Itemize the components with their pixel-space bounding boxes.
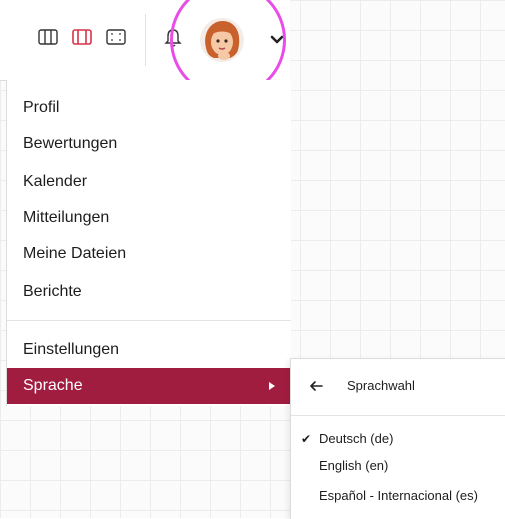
menu-item-bewertungen[interactable]: Bewertungen	[7, 126, 291, 162]
top-toolbar	[0, 0, 290, 81]
menu-divider	[7, 320, 291, 321]
language-option-de[interactable]: ✔ Deutsch (de)	[291, 427, 505, 451]
language-submenu: Sprachwahl ✔ Deutsch (de) English (en) E…	[290, 358, 505, 519]
menu-item-mitteilungen[interactable]: Mitteilungen	[7, 200, 291, 236]
language-option-de-label: Deutsch (de)	[319, 431, 394, 446]
arrow-left-icon[interactable]	[309, 379, 323, 393]
fullscreen-icon[interactable]	[106, 28, 126, 46]
bell-icon[interactable]	[163, 27, 183, 49]
caret-right-icon	[269, 382, 275, 390]
avatar[interactable]	[200, 18, 244, 62]
menu-item-profil[interactable]: Profil	[7, 90, 291, 126]
split-view-icon[interactable]	[72, 28, 92, 46]
language-submenu-title: Sprachwahl	[347, 378, 415, 393]
checkmark-icon: ✔	[301, 432, 312, 446]
language-submenu-header: Sprachwahl	[291, 359, 505, 416]
menu-item-sprache-label: Sprache	[23, 377, 83, 394]
menu-item-meine-dateien[interactable]: Meine Dateien	[7, 236, 291, 272]
language-option-es[interactable]: Español - Internacional (es)	[291, 484, 505, 508]
menu-item-kalender[interactable]: Kalender	[7, 164, 291, 200]
chevron-down-icon[interactable]	[269, 33, 285, 45]
language-option-en[interactable]: English (en)	[291, 454, 505, 478]
user-menu: Profil Bewertungen Kalender Mitteilungen…	[6, 80, 291, 406]
columns-icon[interactable]	[38, 28, 58, 46]
menu-item-einstellungen[interactable]: Einstellungen	[7, 332, 291, 368]
toolbar-divider	[145, 14, 146, 66]
menu-item-berichte[interactable]: Berichte	[7, 274, 291, 310]
menu-item-sprache[interactable]: Sprache	[7, 368, 291, 404]
